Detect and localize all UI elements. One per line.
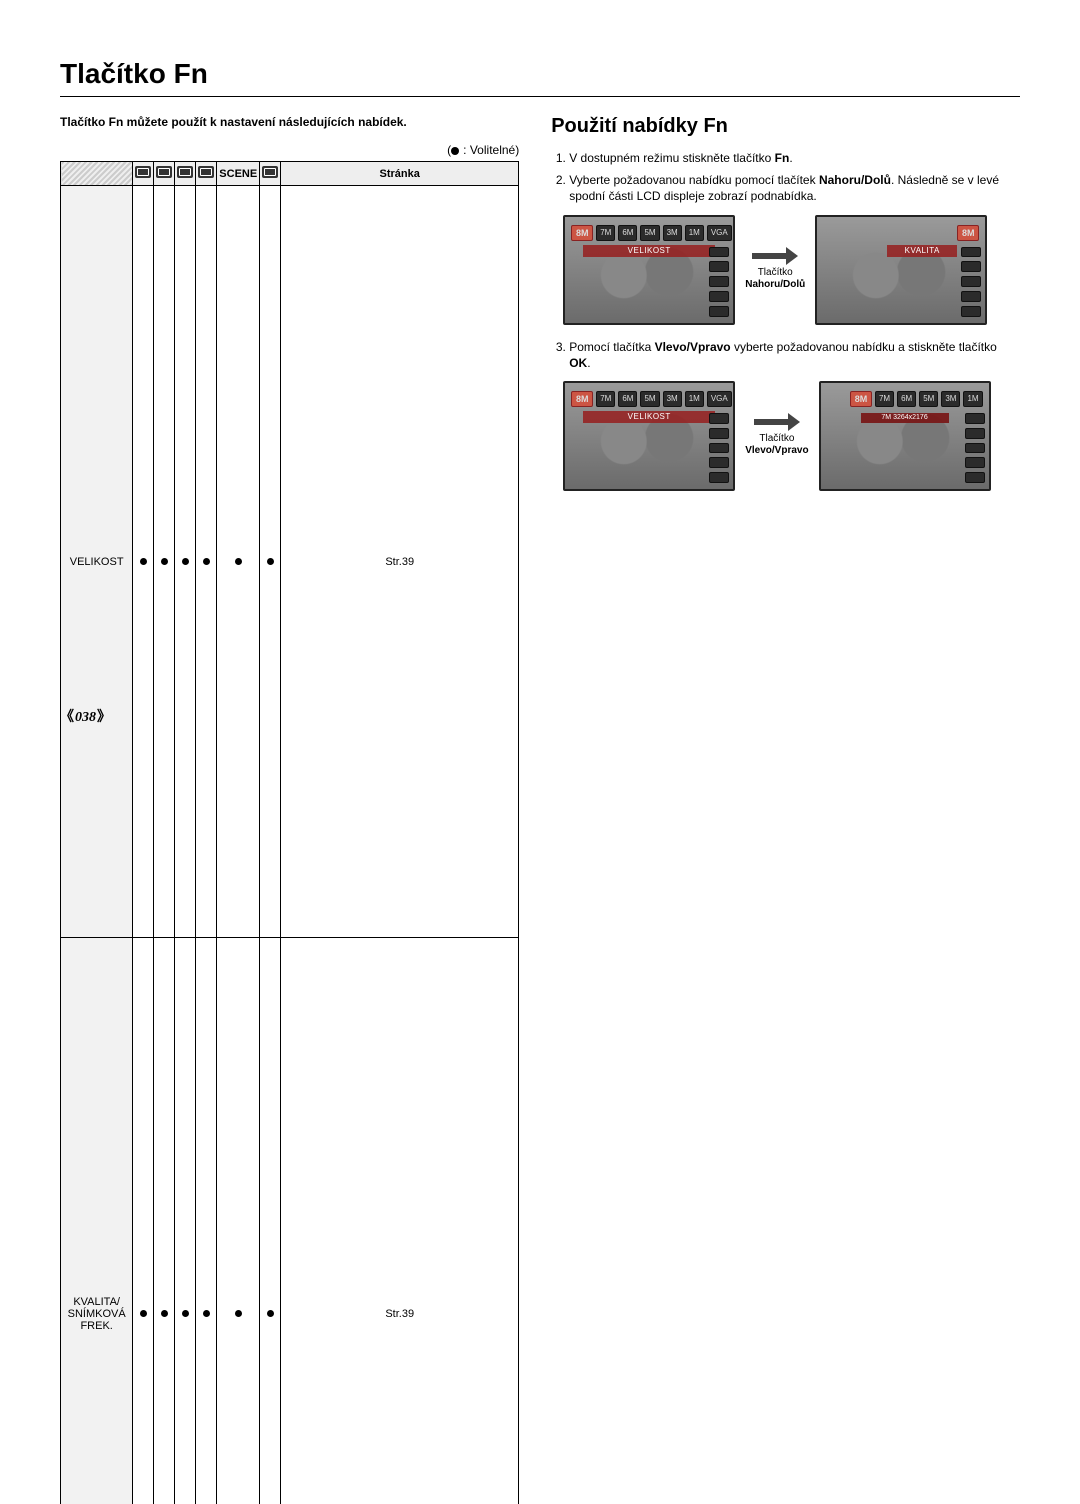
size-chip: 8M (957, 225, 979, 241)
size-chip: 5M (640, 391, 659, 407)
lcd-screenshot-1b: 8M KVALITA (815, 215, 987, 325)
steps-list: V dostupném režimu stiskněte tlačítko Fn… (569, 150, 1020, 205)
step-1: V dostupném režimu stiskněte tlačítko Fn… (569, 150, 1020, 166)
camera-p-icon (156, 166, 172, 178)
mark-cell (175, 186, 196, 938)
size-chip: 6M (897, 391, 916, 407)
lcd-label-kvalita: KVALITA (887, 245, 957, 257)
step1-post: . (789, 151, 792, 165)
mark-cell (196, 938, 217, 1504)
lcd-label-velikost-2: VELIKOST (583, 411, 715, 423)
movie-icon (262, 166, 278, 178)
steps-list-cont: Pomocí tlačítka Vlevo/Vpravo vyberte pož… (569, 339, 1020, 371)
col-icon-6 (260, 162, 281, 186)
page-ref: Str.39 (281, 938, 519, 1504)
lcd-detail-text: 7M 3264x2176 (861, 413, 949, 423)
step3-bold1: Vlevo/Vpravo (655, 340, 731, 354)
size-chip: 3M (663, 225, 682, 241)
mark-cell (133, 186, 154, 938)
lcd-screenshot-2b: 8M7M6M5M3M1M 7M 3264x2176 (819, 381, 991, 491)
camera-icon (135, 166, 151, 178)
size-chip: VGA (707, 225, 732, 241)
table-row: VELIKOST Str.39 (61, 186, 519, 938)
step2-pre: Vyberte požadovanou nabídku pomocí tlačí… (569, 173, 819, 187)
lcd-screenshot-1a: 8M7M6M5M3M1MVGA VELIKOST (563, 215, 735, 325)
table-row: KVALITA/SNÍMKOVÁFREK. Str.39 (61, 938, 519, 1504)
size-chip: 3M (941, 391, 960, 407)
mark-cell (217, 938, 260, 1504)
arrow2-line2: Vlevo/Vpravo (745, 445, 808, 456)
size-chip: 6M (618, 391, 637, 407)
mark-cell (260, 186, 281, 938)
step3-bold2: OK (569, 356, 587, 370)
fn-settings-table: SCENE Stránka VELIKOSTStr.39KVALITA/SNÍM… (60, 161, 519, 1504)
figure-row-1: 8M7M6M5M3M1MVGA VELIKOST Tlačítko Nahoru… (563, 215, 1020, 325)
step3-mid: vyberte požadovanou nabídku a stiskněte … (731, 340, 997, 354)
intro-text: Tlačítko Fn můžete použít k nastavení ná… (60, 115, 519, 129)
table-legend: (: Volitelné) (60, 143, 519, 157)
col-icon-4 (196, 162, 217, 186)
lcd-screenshot-2a: 8M7M6M5M3M1MVGA VELIKOST (563, 381, 735, 491)
col-page: Stránka (281, 162, 519, 186)
arrow1-line1: Tlačítko (758, 267, 793, 278)
right-heading: Použití nabídky Fn (551, 115, 1020, 138)
legend-label: : Volitelné (463, 143, 515, 157)
step1-bold: Fn (775, 151, 790, 165)
legend-dot-icon (451, 147, 459, 155)
col-scene: SCENE (217, 162, 260, 186)
size-chip: 3M (663, 391, 682, 407)
figure-row-2: 8M7M6M5M3M1MVGA VELIKOST Tlačítko Vlevo/… (563, 381, 1020, 491)
step-3: Pomocí tlačítka Vlevo/Vpravo vyberte pož… (569, 339, 1020, 371)
size-chip: 7M (596, 225, 615, 241)
portrait-icon (198, 166, 214, 178)
col-icon-3 (175, 162, 196, 186)
step3-post: . (587, 356, 590, 370)
mark-cell (196, 186, 217, 938)
mark-cell (154, 938, 175, 1504)
hand-icon (177, 166, 193, 178)
mark-cell (175, 938, 196, 1504)
mark-cell (154, 186, 175, 938)
row-label: VELIKOST (61, 186, 133, 938)
lcd-label-velikost: VELIKOST (583, 245, 715, 257)
arrow-right-icon (754, 415, 800, 429)
size-chip: VGA (707, 391, 732, 407)
right-column: Použití nabídky Fn V dostupném režimu st… (551, 115, 1020, 1504)
table-corner (61, 162, 133, 186)
arrow-right-icon (752, 249, 798, 263)
size-chip: 6M (618, 225, 637, 241)
size-chip: 7M (875, 391, 894, 407)
arrow2-line1: Tlačítko (759, 433, 794, 444)
size-chip: 5M (640, 225, 659, 241)
arrow1-caption: Tlačítko Nahoru/Dolů (745, 267, 805, 291)
size-chip: 1M (685, 391, 704, 407)
mark-cell (217, 186, 260, 938)
size-chip: 1M (963, 391, 982, 407)
size-chip: 7M (596, 391, 615, 407)
title-rule (60, 96, 1020, 97)
arrow2-caption: Tlačítko Vlevo/Vpravo (745, 433, 808, 457)
page-title: Tlačítko Fn (60, 58, 1020, 90)
step1-pre: V dostupném režimu stiskněte tlačítko (569, 151, 774, 165)
col-icon-1 (133, 162, 154, 186)
step-2: Vyberte požadovanou nabídku pomocí tlačí… (569, 172, 1020, 204)
col-icon-2 (154, 162, 175, 186)
size-chip: 8M (850, 391, 872, 407)
size-chip: 1M (685, 225, 704, 241)
step2-bold: Nahoru/Dolů (819, 173, 891, 187)
arrow1-line2: Nahoru/Dolů (745, 279, 805, 290)
mark-cell (133, 938, 154, 1504)
row-label: KVALITA/SNÍMKOVÁFREK. (61, 938, 133, 1504)
page-ref: Str.39 (281, 186, 519, 938)
size-chip: 8M (571, 391, 593, 407)
size-chip: 8M (571, 225, 593, 241)
size-chip: 5M (919, 391, 938, 407)
page-number: 038 (60, 706, 111, 726)
step3-pre: Pomocí tlačítka (569, 340, 654, 354)
mark-cell (260, 938, 281, 1504)
left-column: Tlačítko Fn můžete použít k nastavení ná… (60, 115, 519, 1504)
